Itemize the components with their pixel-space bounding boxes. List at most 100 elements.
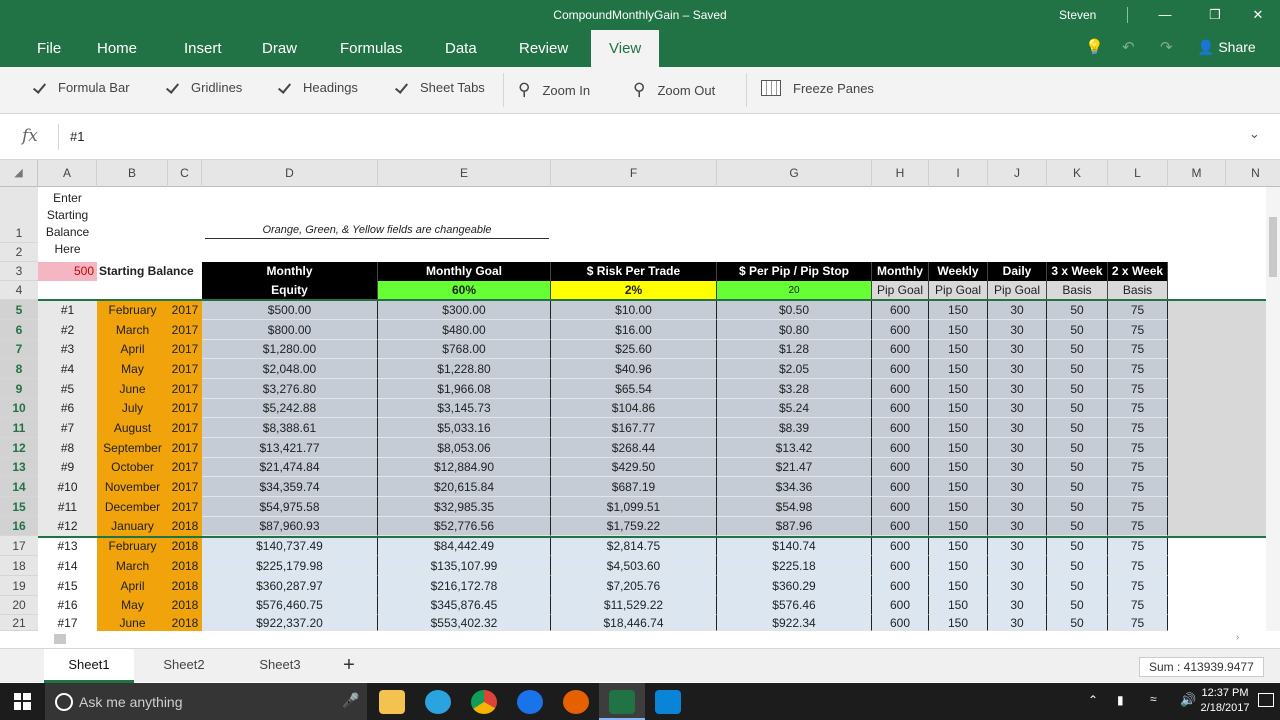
cortana-search[interactable]: Ask me anything 🎤 <box>45 683 367 720</box>
cell-n-empty[interactable] <box>1226 576 1266 596</box>
horizontal-scrollbar[interactable]: › <box>50 631 1250 647</box>
cell-n-empty[interactable] <box>1226 556 1266 576</box>
cell-l[interactable]: 75 <box>1108 379 1168 399</box>
cell-month[interactable]: February <box>97 536 168 556</box>
header-g3[interactable]: $ Per Pip / Pip Stop <box>717 262 872 281</box>
cell-h[interactable]: 600 <box>872 458 929 477</box>
cell-goal[interactable]: $135,107.99 <box>378 556 551 576</box>
cell-pip[interactable]: $225.18 <box>717 556 872 576</box>
cell-n-empty[interactable] <box>1226 438 1266 458</box>
cell-row-num[interactable]: #13 <box>38 536 97 556</box>
cell-m-empty[interactable] <box>1168 576 1226 596</box>
cell-year[interactable]: 2017 <box>168 438 202 458</box>
cell-m-empty[interactable] <box>1168 536 1226 556</box>
header-l3[interactable]: 2 x Week <box>1108 262 1168 281</box>
cell-goal[interactable]: $20,615.84 <box>378 477 551 497</box>
cell-row-num[interactable]: #7 <box>38 418 97 438</box>
header-h4[interactable]: Pip Goal <box>872 281 929 300</box>
cell-m-empty[interactable] <box>1168 596 1226 615</box>
cell-k[interactable]: 50 <box>1047 300 1108 320</box>
header-l4[interactable]: Basis <box>1108 281 1168 300</box>
cell-i[interactable]: 150 <box>929 596 988 615</box>
header-d3[interactable]: Monthly <box>202 262 378 281</box>
tab-file[interactable]: File <box>37 40 61 57</box>
cell-risk[interactable]: $104.86 <box>551 399 717 418</box>
file-explorer-icon[interactable] <box>379 690 405 714</box>
cell-k[interactable]: 50 <box>1047 458 1108 477</box>
cell-year[interactable]: 2018 <box>168 615 202 631</box>
cell-h[interactable]: 600 <box>872 576 929 596</box>
cell-risk[interactable]: $687.19 <box>551 477 717 497</box>
row-header-21[interactable]: 21 <box>0 615 38 631</box>
cell-goal[interactable]: $300.00 <box>378 300 551 320</box>
volume-icon[interactable]: 🔊 <box>1180 692 1196 708</box>
cell-pip[interactable]: $13.42 <box>717 438 872 458</box>
scroll-thumb[interactable] <box>54 634 66 644</box>
cell-month[interactable]: October <box>97 458 168 477</box>
cell-pip[interactable]: $3.28 <box>717 379 872 399</box>
column-header-j[interactable]: J <box>988 160 1047 187</box>
cell-month[interactable]: June <box>97 615 168 631</box>
cell-equity[interactable]: $576,460.75 <box>202 596 378 615</box>
cell-row-num[interactable]: #2 <box>38 320 97 340</box>
lightbulb-icon[interactable]: 💡 <box>1085 38 1104 56</box>
cell-m-empty[interactable] <box>1168 497 1226 517</box>
cell-k[interactable]: 50 <box>1047 379 1108 399</box>
cell-k[interactable]: 50 <box>1047 556 1108 576</box>
cell-j[interactable]: 30 <box>988 615 1047 631</box>
cell-equity[interactable]: $800.00 <box>202 320 378 340</box>
cell-i[interactable]: 150 <box>929 320 988 340</box>
cell-goal[interactable]: $84,442.49 <box>378 536 551 556</box>
cell-l[interactable]: 75 <box>1108 615 1168 631</box>
cell-j[interactable]: 30 <box>988 517 1047 536</box>
cell-risk[interactable]: $10.00 <box>551 300 717 320</box>
cell-goal[interactable]: $1,966.08 <box>378 379 551 399</box>
column-header-n[interactable]: N <box>1226 160 1280 187</box>
cell-j[interactable]: 30 <box>988 320 1047 340</box>
cell-k[interactable]: 50 <box>1047 359 1108 379</box>
cell-h[interactable]: 600 <box>872 615 929 631</box>
cell-n-empty[interactable] <box>1226 379 1266 399</box>
cell-l[interactable]: 75 <box>1108 596 1168 615</box>
cell-m-empty[interactable] <box>1168 399 1226 418</box>
column-header-g[interactable]: G <box>717 160 872 187</box>
cell-month[interactable]: May <box>97 596 168 615</box>
header-f4[interactable]: 2% <box>551 281 717 300</box>
cell-goal[interactable]: $553,402.32 <box>378 615 551 631</box>
cell-pip[interactable]: $34.36 <box>717 477 872 497</box>
cell-row-num[interactable]: #16 <box>38 596 97 615</box>
tab-draw[interactable]: Draw <box>262 40 297 57</box>
cell-goal[interactable]: $8,053.06 <box>378 438 551 458</box>
cell-h[interactable]: 600 <box>872 497 929 517</box>
cell-year[interactable]: 2017 <box>168 340 202 359</box>
cell-goal[interactable]: $216,172.78 <box>378 576 551 596</box>
excel-taskbar-button[interactable] <box>599 683 645 720</box>
cell-m-empty[interactable] <box>1168 458 1226 477</box>
cell-m-empty[interactable] <box>1168 615 1226 631</box>
cell-month[interactable]: December <box>97 497 168 517</box>
cell-pip[interactable]: $922.34 <box>717 615 872 631</box>
cell-goal[interactable]: $12,884.90 <box>378 458 551 477</box>
cell-h[interactable]: 600 <box>872 477 929 497</box>
header-g4[interactable]: 20 <box>717 281 872 300</box>
column-header-l[interactable]: L <box>1108 160 1168 187</box>
tab-home[interactable]: Home <box>97 40 137 57</box>
sheet-tab-3[interactable]: Sheet3 <box>235 649 325 683</box>
cell-year[interactable]: 2017 <box>168 497 202 517</box>
cell-risk[interactable]: $1,759.22 <box>551 517 717 536</box>
formula-bar-checkbox[interactable]: Formula Bar <box>32 80 130 95</box>
cell-k[interactable]: 50 <box>1047 320 1108 340</box>
cell-year[interactable]: 2017 <box>168 359 202 379</box>
cell-pip[interactable]: $576.46 <box>717 596 872 615</box>
add-sheet-icon[interactable]: + <box>335 649 363 683</box>
user-name[interactable]: Steven <box>1059 8 1096 22</box>
cell-i[interactable]: 150 <box>929 399 988 418</box>
cell-equity[interactable]: $225,179.98 <box>202 556 378 576</box>
cell-m-empty[interactable] <box>1168 300 1226 320</box>
cell-risk[interactable]: $65.54 <box>551 379 717 399</box>
formula-input[interactable]: #1 <box>70 129 84 144</box>
cell-pip[interactable]: $54.98 <box>717 497 872 517</box>
tab-view[interactable]: View <box>591 30 660 67</box>
cell-n-empty[interactable] <box>1226 477 1266 497</box>
cell-l[interactable]: 75 <box>1108 399 1168 418</box>
